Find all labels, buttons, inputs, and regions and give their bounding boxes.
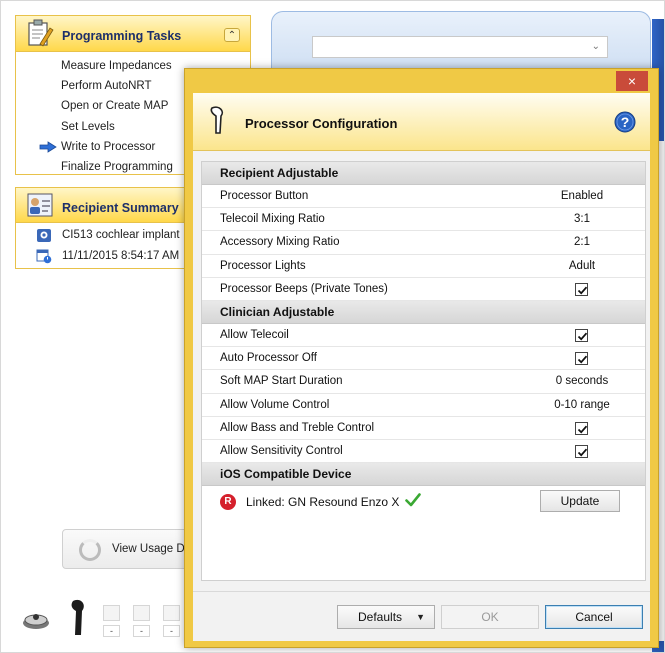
setting-row-processor-button[interactable]: Processor Button Enabled — [202, 185, 645, 209]
setting-label: Auto Processor Off — [220, 352, 317, 365]
programming-tasks-title: Programming Tasks — [62, 29, 182, 43]
setting-label: Telecoil Mixing Ratio — [220, 213, 325, 226]
setting-value[interactable]: 2:1 — [532, 231, 632, 254]
slot-label: - — [103, 625, 120, 637]
datetime-label: 11/11/2015 8:54:17 AM — [62, 250, 180, 262]
slot-label: - — [163, 625, 180, 637]
setting-row-allow-volume-control[interactable]: Allow Volume Control 0-10 range — [202, 394, 645, 417]
sound-processor-icon — [210, 106, 224, 134]
setting-row-soft-map-start-duration[interactable]: Soft MAP Start Duration 0 seconds — [202, 370, 645, 394]
processor-slot[interactable] — [133, 605, 150, 621]
checkbox-checked[interactable] — [575, 352, 588, 366]
slot-label: - — [133, 625, 150, 637]
setting-label: Accessory Mixing Ratio — [220, 236, 340, 249]
dialog-title: Processor Configuration — [245, 116, 398, 131]
settings-list: Recipient Adjustable Processor Button En… — [201, 161, 646, 581]
setting-row-accessory-mixing-ratio[interactable]: Accessory Mixing Ratio 2:1 — [202, 231, 645, 255]
dialog-body: Processor Configuration ? Recipient Adju… — [193, 93, 650, 641]
setting-label: Processor Lights — [220, 259, 306, 272]
footer-divider — [193, 591, 650, 592]
close-button[interactable]: × — [616, 71, 648, 91]
implant-icon — [37, 229, 51, 242]
processor-configuration-dialog: × Processor Configuration ? Recipient Ad… — [184, 68, 659, 648]
setting-row-processor-lights[interactable]: Processor Lights Adult — [202, 255, 645, 278]
app-window: ⌄ Programming Tasks ⌃ Measure Impedances… — [0, 0, 665, 653]
task-label: Set Levels — [61, 120, 115, 133]
setting-label: Allow Telecoil — [220, 328, 289, 341]
setting-row-auto-processor-off: Auto Processor Off — [202, 347, 645, 371]
ok-button[interactable]: OK — [441, 605, 539, 629]
setting-label: Processor Beeps (Private Tones) — [220, 282, 388, 295]
sound-processor-device-icon[interactable] — [67, 597, 89, 637]
chevron-down-icon: ⌄ — [591, 41, 600, 52]
setting-label: Allow Sensitivity Control — [220, 444, 343, 457]
defaults-label: Defaults — [358, 610, 403, 624]
checkbox-checked[interactable] — [575, 282, 588, 296]
task-label: Measure Impedances — [61, 60, 172, 72]
clipboard-edit-icon — [28, 19, 54, 47]
setting-value[interactable]: 0-10 range — [532, 394, 632, 417]
calendar-clock-icon — [36, 249, 52, 264]
implant-label: CI513 cochlear implant — [62, 229, 180, 241]
setting-value[interactable]: Enabled — [532, 185, 632, 208]
collapse-button[interactable]: ⌃ — [224, 28, 240, 42]
processor-slot[interactable] — [163, 605, 180, 621]
checkmark-icon — [405, 493, 421, 507]
device-tray: - - - — [15, 593, 185, 643]
arrow-right-icon — [39, 141, 57, 153]
background-window-content — [658, 141, 664, 641]
recipient-summary-title: Recipient Summary — [62, 201, 179, 215]
setting-value[interactable]: 3:1 — [532, 208, 632, 231]
linked-device-label: Linked: GN Resound Enzo X — [246, 495, 400, 510]
setting-row-telecoil-mixing-ratio[interactable]: Telecoil Mixing Ratio 3:1 — [202, 208, 645, 232]
task-label: Open or Create MAP — [61, 100, 169, 113]
svg-text:?: ? — [621, 114, 630, 130]
ios-linked-device-row: R Linked: GN Resound Enzo X Update — [202, 486, 645, 520]
section-header-clinician-adjustable: Clinician Adjustable — [202, 300, 645, 324]
charger-pod-icon[interactable] — [21, 603, 51, 633]
loading-spinner-icon — [79, 539, 101, 561]
setting-label: Allow Bass and Treble Control — [220, 421, 375, 434]
task-label: Write to Processor — [61, 140, 156, 153]
setting-value[interactable]: Adult — [532, 255, 632, 278]
setting-label: Processor Button — [220, 190, 309, 202]
dropdown-arrow-icon: ▼ — [416, 612, 425, 622]
setting-row-allow-sensitivity: Allow Sensitivity Control — [202, 440, 645, 464]
defaults-dropdown-button[interactable]: Defaults ▼ — [337, 605, 435, 629]
checkbox-checked[interactable] — [575, 421, 588, 435]
setting-row-processor-beeps: Processor Beeps (Private Tones) — [202, 278, 645, 301]
setting-label: Soft MAP Start Duration — [220, 375, 343, 388]
task-label: Perform AutoNRT — [61, 80, 152, 93]
checkbox-checked[interactable] — [575, 444, 588, 458]
view-usage-button[interactable]: View Usage Da — [62, 529, 192, 569]
task-label: Finalize Programming — [61, 160, 173, 173]
setting-value[interactable]: 0 seconds — [532, 370, 632, 393]
setting-row-allow-telecoil: Allow Telecoil — [202, 324, 645, 348]
checkbox-checked[interactable] — [575, 328, 588, 342]
view-usage-label: View Usage Da — [112, 543, 192, 555]
setting-label: Allow Volume Control — [220, 398, 330, 411]
background-dropdown[interactable]: ⌄ — [312, 36, 608, 58]
dialog-header: Processor Configuration ? — [193, 93, 650, 151]
help-icon[interactable]: ? — [614, 111, 636, 133]
cancel-button[interactable]: Cancel — [545, 605, 643, 629]
update-button[interactable]: Update — [540, 490, 620, 513]
section-header-recipient-adjustable: Recipient Adjustable — [202, 162, 645, 185]
setting-row-allow-bass-treble: Allow Bass and Treble Control — [202, 417, 645, 440]
resound-badge-icon: R — [220, 494, 236, 511]
section-header-ios-device: iOS Compatible Device — [202, 463, 645, 487]
programming-tasks-header: Programming Tasks ⌃ — [16, 16, 250, 52]
person-card-icon — [27, 193, 53, 217]
processor-slot[interactable] — [103, 605, 120, 621]
